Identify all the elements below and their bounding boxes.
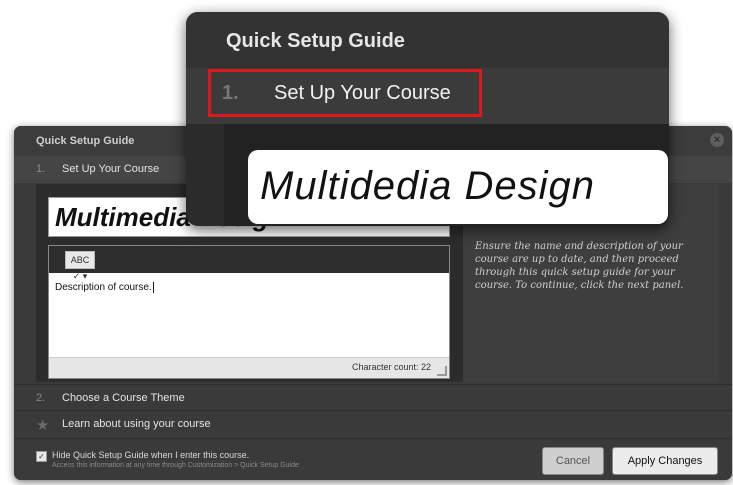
spellcheck-button[interactable]: ABC ✓ ▾ (65, 251, 95, 281)
character-count: Character count: 22 (351, 362, 431, 372)
step-label: Set Up Your Course (62, 163, 160, 175)
zoom-callout: Quick Setup Guide 1. Set Up Your Course … (186, 12, 669, 226)
description-editor[interactable]: ABC ✓ ▾ Description of course. Character… (48, 245, 450, 379)
step-number: 2. (36, 392, 46, 404)
apply-changes-button[interactable]: Apply Changes (612, 447, 718, 475)
hide-guide-label: Hide Quick Setup Guide when I enter this… (52, 450, 250, 460)
callout-header: Quick Setup Guide (186, 12, 669, 69)
callout-step-row[interactable]: 1. Set Up Your Course (186, 68, 669, 124)
step-choose-theme[interactable]: 2. Choose a Course Theme (14, 384, 732, 412)
close-icon[interactable]: × (710, 133, 724, 147)
step-learn-about-course[interactable]: ★ Learn about using your course (14, 410, 732, 438)
description-text: Description of course. (55, 282, 152, 294)
callout-course-name: Multidedia Design (260, 164, 595, 208)
customization-hint: Access this information at any time thro… (52, 462, 299, 469)
star-icon: ★ (36, 417, 50, 434)
callout-step-label: Set Up Your Course (274, 82, 451, 104)
callout-step-number: 1. (222, 82, 239, 104)
callout-title: Quick Setup Guide (226, 30, 405, 52)
cancel-button[interactable]: Cancel (542, 447, 604, 475)
text-caret (152, 282, 154, 293)
dialog-title: Quick Setup Guide (36, 135, 135, 147)
editor-status-bar: Character count: 22 (49, 357, 449, 378)
editor-toolbar: ABC ✓ ▾ (49, 246, 449, 281)
callout-course-name-field[interactable]: Multidedia Design (248, 150, 668, 224)
resize-grip-icon[interactable] (437, 366, 447, 376)
dialog-footer: ✓ Hide Quick Setup Guide when I enter th… (14, 438, 732, 480)
callout-content: Multidedia Design (224, 124, 669, 226)
help-text: Ensure the name and description of your … (475, 241, 684, 291)
step-number: 1. (36, 163, 46, 175)
description-text-area[interactable]: Description of course. (55, 282, 154, 293)
step-label: Choose a Course Theme (62, 392, 185, 404)
step-label: Learn about using your course (62, 418, 211, 430)
hide-guide-checkbox[interactable]: ✓ (36, 451, 47, 462)
